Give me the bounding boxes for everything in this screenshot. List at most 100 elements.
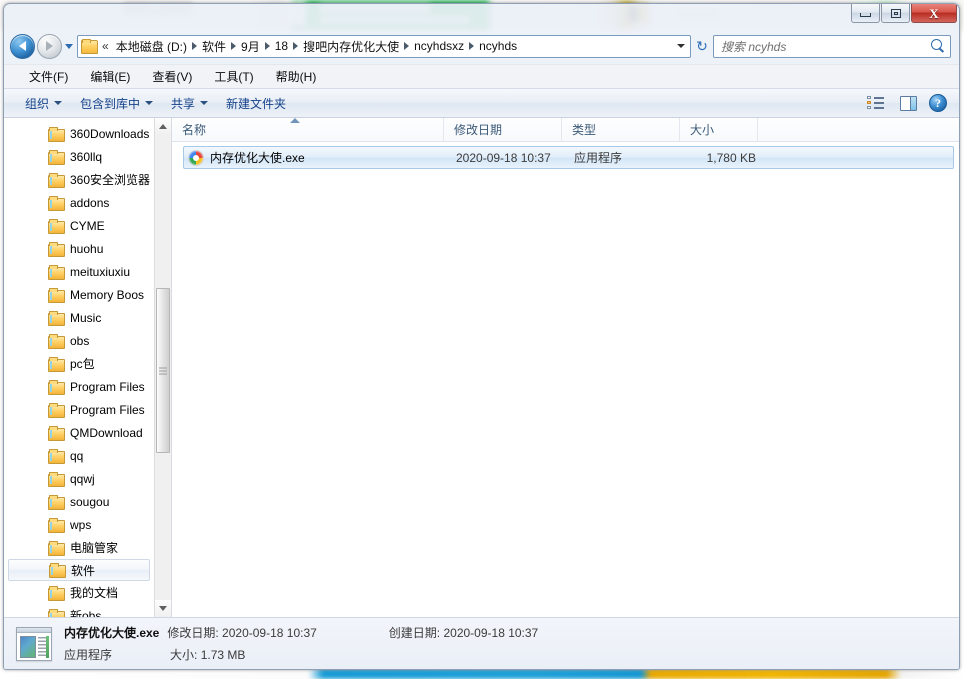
menu-item-edit[interactable]: 编辑(E) — [79, 65, 141, 88]
file-size-cell: 1,780 KB — [706, 150, 756, 165]
recent-locations-button[interactable] — [62, 34, 75, 59]
breadcrumb-item-3[interactable]: 18 — [271, 38, 292, 54]
search-icon — [930, 38, 946, 54]
sidebar-item-cyme[interactable]: CYME — [4, 214, 154, 237]
breadcrumb-item-0[interactable]: 本地磁盘 (D:) — [112, 37, 191, 56]
sidebar-item-obs[interactable]: obs — [4, 329, 154, 352]
sidebar-item-label: addons — [70, 195, 110, 210]
address-bar[interactable]: « 本地磁盘 (D:) 软件 9月 18 搜吧内存优化大使 ncyhdsxz n… — [77, 34, 691, 58]
new-folder-button[interactable]: 新建文件夹 — [217, 91, 295, 116]
sidebar-item-360browser[interactable]: 360安全浏览器 — [4, 168, 154, 191]
app-exe-icon — [188, 149, 204, 166]
breadcrumb-item-6[interactable]: ncyhds — [475, 38, 521, 54]
sidebar-item-wps[interactable]: wps — [4, 513, 154, 536]
sidebar-item-360downloads[interactable]: 360Downloads — [4, 122, 154, 145]
scrollbar-track[interactable] — [155, 135, 171, 600]
column-header-size[interactable]: 大小 — [680, 118, 758, 141]
scrollbar-thumb[interactable] — [156, 288, 170, 454]
sidebar-item-meituxiuxiu[interactable]: meituxiuxiu — [4, 260, 154, 283]
details-size-value: 1.73 MB — [200, 648, 246, 662]
file-name-cell: 内存优化大使.exe — [184, 149, 452, 166]
scroll-up-button[interactable] — [155, 118, 171, 135]
forward-button[interactable] — [37, 33, 62, 59]
sidebar-item-my-documents[interactable]: 我的文档 — [4, 581, 154, 604]
sidebar-item-360llq[interactable]: 360llq — [4, 145, 154, 168]
breadcrumb-separator-icon[interactable] — [469, 42, 475, 50]
breadcrumb-overflow[interactable]: « — [99, 39, 112, 53]
folder-icon — [48, 379, 65, 395]
change-view-button[interactable] — [861, 93, 894, 113]
sidebar-item-pc-manager[interactable]: 电脑管家 — [4, 536, 154, 559]
menu-item-view[interactable]: 查看(V) — [141, 65, 203, 88]
folder-icon — [48, 494, 65, 510]
back-button[interactable] — [10, 33, 35, 59]
share-button[interactable]: 共享 — [162, 91, 217, 116]
details-created-label: 创建日期: — [388, 626, 441, 640]
breadcrumb-separator-icon[interactable] — [264, 42, 270, 50]
menu-item-help[interactable]: 帮助(H) — [265, 65, 328, 88]
menu-item-file[interactable]: 文件(F) — [18, 65, 79, 88]
sidebar-item-program-files-x86[interactable]: Program Files — [4, 398, 154, 421]
sidebar-item-program-files[interactable]: Program Files — [4, 375, 154, 398]
search-input[interactable]: 搜索 ncyhds — [721, 38, 930, 55]
address-dropdown-button[interactable] — [673, 36, 688, 57]
breadcrumb-separator-icon[interactable] — [404, 42, 410, 50]
sidebar-item-huohu[interactable]: huohu — [4, 237, 154, 260]
sidebar-item-music[interactable]: Music — [4, 306, 154, 329]
navigation-pane-scrollbar[interactable] — [154, 118, 171, 617]
column-header-modified[interactable]: 修改日期 — [444, 118, 562, 141]
sidebar-item-qmdownload[interactable]: QMDownload — [4, 421, 154, 444]
breadcrumb-separator-icon[interactable] — [192, 42, 198, 50]
close-button[interactable]: X — [911, 4, 957, 23]
breadcrumb-separator-icon[interactable] — [231, 42, 237, 50]
back-arrow-icon — [19, 41, 26, 51]
help-button[interactable]: ? — [923, 91, 953, 115]
column-header-size-label: 大小 — [690, 123, 715, 137]
breadcrumb-separator-icon[interactable] — [293, 42, 299, 50]
folder-icon — [48, 448, 65, 464]
chevron-down-icon — [200, 101, 209, 105]
sidebar-item-sougou[interactable]: sougou — [4, 490, 154, 513]
sidebar-item-qqwj[interactable]: qqwj — [4, 467, 154, 490]
scroll-down-button[interactable] — [155, 600, 171, 617]
sidebar-item-label: Program Files — [70, 379, 145, 394]
details-text: 内存优化大使.exe 修改日期: 2020-09-18 10:37 创建日期: … — [64, 624, 538, 663]
chevron-down-icon — [145, 101, 154, 105]
include-in-library-label: 包含到库中 — [80, 96, 141, 111]
details-modified-value: 2020-09-18 10:37 — [222, 626, 317, 640]
file-explorer-window: X « 本地磁盘 (D:) 软件 9月 18 搜吧内存优化大使 ncyhdsxz… — [3, 3, 960, 670]
include-in-library-button[interactable]: 包含到库中 — [71, 91, 162, 116]
sidebar-item-addons[interactable]: addons — [4, 191, 154, 214]
breadcrumb-item-5[interactable]: ncyhdsxz — [410, 38, 468, 54]
sidebar-item-label: 我的文档 — [70, 586, 119, 600]
preview-pane-icon — [900, 95, 917, 111]
new-folder-label: 新建文件夹 — [226, 96, 287, 111]
sidebar-item-label: obs — [70, 333, 90, 348]
forward-arrow-icon — [46, 41, 53, 51]
sidebar-item-memory-boos[interactable]: Memory Boos — [4, 283, 154, 306]
navigation-pane: 360Downloads 360llq 360安全浏览器 addons CYME — [4, 118, 172, 617]
menu-item-tools[interactable]: 工具(T) — [203, 65, 264, 88]
sidebar-item-new-obs[interactable]: 新obs — [4, 604, 154, 617]
sidebar-item-label: qq — [70, 448, 84, 463]
sidebar-item-qq[interactable]: qq — [4, 444, 154, 467]
share-label: 共享 — [171, 96, 196, 111]
folder-icon — [48, 149, 65, 165]
organize-button[interactable]: 组织 — [16, 91, 71, 116]
column-header-name[interactable]: 名称 — [172, 118, 444, 141]
breadcrumb-item-1[interactable]: 软件 — [198, 37, 230, 56]
table-row[interactable]: 内存优化大使.exe 2020-09-18 10:37 应用程序 1,780 K… — [183, 146, 954, 169]
sidebar-item-pcbao[interactable]: pc包 — [4, 352, 154, 375]
minimize-button[interactable] — [851, 4, 880, 23]
sidebar-item-software[interactable]: 软件 — [8, 559, 150, 581]
breadcrumb-item-2[interactable]: 9月 — [237, 37, 264, 56]
maximize-button[interactable] — [881, 4, 910, 23]
preview-pane-button[interactable] — [894, 93, 923, 114]
minimize-icon — [860, 13, 871, 17]
refresh-button[interactable]: ↻ — [691, 35, 713, 58]
breadcrumb: « 本地磁盘 (D:) 软件 9月 18 搜吧内存优化大使 ncyhdsxz n… — [99, 37, 673, 56]
breadcrumb-item-4[interactable]: 搜吧内存优化大使 — [299, 37, 403, 56]
column-header-type[interactable]: 类型 — [562, 118, 680, 141]
search-box[interactable]: 搜索 ncyhds — [713, 34, 951, 58]
background-taskbar-strip — [0, 669, 964, 679]
